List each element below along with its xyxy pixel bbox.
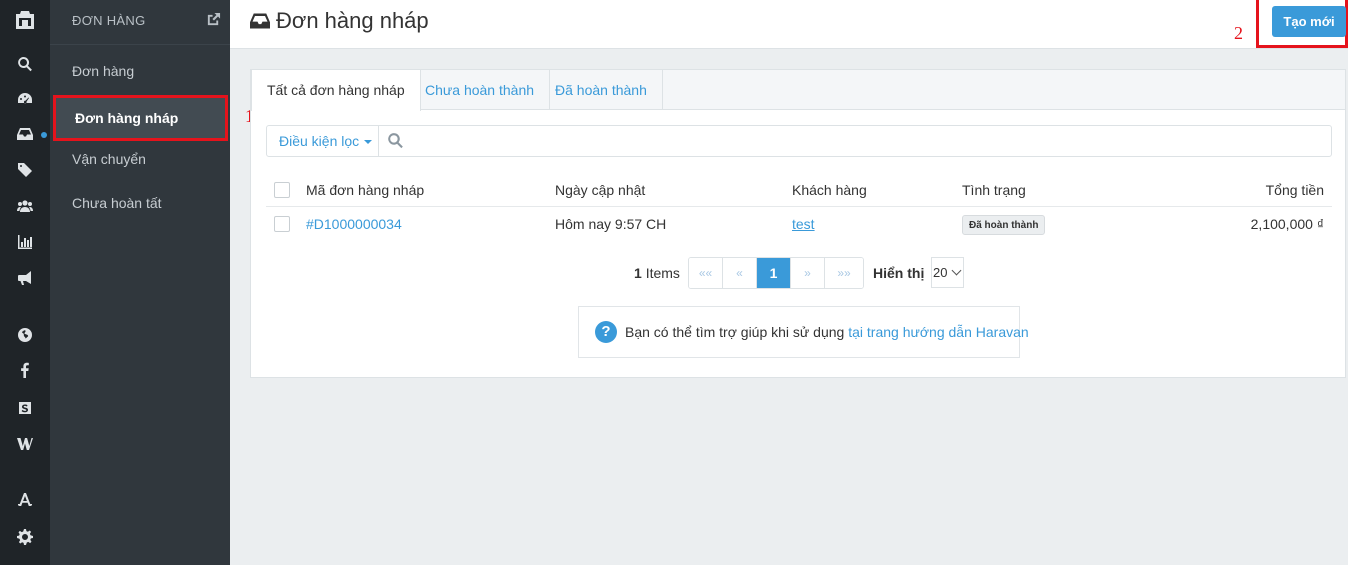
- item-count-label: Items: [645, 265, 680, 281]
- help-text: Bạn có thể tìm trợ giúp khi sử dụng tại …: [625, 324, 1029, 340]
- filter-dropdown-label: Điều kiện lọc: [279, 133, 360, 149]
- logo-icon[interactable]: [13, 8, 37, 32]
- last-page-button[interactable]: »»: [825, 258, 863, 288]
- select-all-checkbox[interactable]: [274, 182, 290, 198]
- search-icon[interactable]: [15, 54, 35, 74]
- column-header[interactable]: Tình trạng: [962, 173, 1026, 207]
- create-highlight: Tạo mới: [1256, 0, 1348, 48]
- sidebar-item-orders[interactable]: Đơn hàng: [50, 50, 230, 92]
- facebook-icon[interactable]: [15, 360, 35, 380]
- table-header: Mã đơn hàng nháp Ngày cập nhật Khách hàn…: [266, 173, 1332, 207]
- first-page-button[interactable]: ««: [689, 258, 723, 288]
- column-header[interactable]: Tổng tiền: [1266, 173, 1324, 207]
- sidebar-item-shipping[interactable]: Vận chuyển: [50, 138, 230, 180]
- page-title-text: Đơn hàng nháp: [276, 8, 429, 33]
- w-icon[interactable]: [15, 434, 35, 454]
- megaphone-icon[interactable]: [15, 268, 35, 288]
- help-guide-link[interactable]: tại trang hướng dẫn Haravan: [848, 324, 1028, 340]
- sidebar-item-draft-orders[interactable]: Đơn hàng nháp: [53, 95, 228, 141]
- tab-bar: Tất cả đơn hàng nháp Chưa hoàn thành Đã …: [251, 70, 1345, 111]
- icon-rail: [0, 0, 50, 565]
- column-header[interactable]: Mã đơn hàng nháp: [306, 173, 424, 207]
- page-title: Đơn hàng nháp: [250, 8, 429, 34]
- help-message: Bạn có thể tìm trợ giúp khi sử dụng: [625, 324, 845, 340]
- external-link-icon[interactable]: [206, 12, 221, 27]
- orders-card: Tất cả đơn hàng nháp Chưa hoàn thành Đã …: [250, 69, 1346, 378]
- topbar: Đơn hàng nháp Tạo mới: [230, 0, 1348, 49]
- status-badge: Đã hoàn thành: [962, 215, 1046, 236]
- dashboard-icon[interactable]: [15, 89, 35, 109]
- tab-completed[interactable]: Đã hoàn thành: [540, 70, 663, 110]
- page-size-label: Hiển thị: [873, 265, 925, 281]
- item-count-number: 1: [634, 265, 642, 281]
- item-count: 1 Items: [634, 263, 680, 283]
- page-size-select[interactable]: 20: [931, 257, 964, 288]
- pagination: «« « 1 » »»: [688, 257, 864, 289]
- tag-icon[interactable]: [15, 160, 35, 180]
- tab-all-drafts[interactable]: Tất cả đơn hàng nháp: [251, 70, 421, 111]
- inbox-icon[interactable]: [15, 124, 35, 144]
- caret-down-icon: [364, 140, 373, 145]
- search-input[interactable]: [412, 129, 1312, 153]
- page-size-value: 20: [933, 265, 948, 280]
- filter-dropdown[interactable]: Điều kiện lọc: [267, 126, 379, 156]
- total-amount: 2,100,000 ₫: [1250, 216, 1324, 232]
- help-box: ? Bạn có thể tìm trợ giúp khi sử dụng tạ…: [578, 306, 1029, 358]
- apps-icon[interactable]: [15, 490, 35, 510]
- sidebar-header: ĐƠN HÀNG: [72, 13, 146, 28]
- order-code-link[interactable]: #D1000000034: [306, 207, 402, 241]
- create-button[interactable]: Tạo mới: [1272, 6, 1346, 37]
- sidebar: ĐƠN HÀNG Đơn hàng Đơn hàng nháp Vận chuy…: [50, 0, 230, 565]
- users-icon[interactable]: [15, 196, 35, 216]
- sidebar-item-incomplete[interactable]: Chưa hoàn tất: [50, 182, 230, 224]
- customer-link[interactable]: test: [792, 207, 815, 241]
- active-indicator: [41, 132, 47, 138]
- gear-icon[interactable]: [15, 527, 35, 547]
- sidebar-divider: [50, 44, 230, 45]
- bar-chart-icon[interactable]: [15, 232, 35, 252]
- store-icon[interactable]: [15, 398, 35, 418]
- column-header[interactable]: Khách hàng: [792, 173, 867, 207]
- updated-at: Hôm nay 9:57 CH: [555, 216, 667, 232]
- table-row: #D1000000034 Hôm nay 9:57 CH test Đã hoà…: [266, 207, 1332, 241]
- inbox-icon: [250, 11, 270, 31]
- annotation-2: 2: [1234, 23, 1243, 43]
- status-cell: Đã hoàn thành: [962, 207, 1046, 241]
- column-header[interactable]: Ngày cập nhật: [555, 173, 645, 207]
- filter-bar: Điều kiện lọc: [266, 125, 1332, 157]
- current-page-button[interactable]: 1: [757, 258, 791, 288]
- row-checkbox[interactable]: [274, 216, 290, 232]
- search-icon: [387, 132, 405, 150]
- globe-icon[interactable]: [15, 325, 35, 345]
- help-icon: ?: [595, 321, 617, 343]
- chevron-down-icon: [951, 265, 962, 276]
- next-page-button[interactable]: »: [791, 258, 825, 288]
- prev-page-button[interactable]: «: [723, 258, 757, 288]
- tab-incomplete[interactable]: Chưa hoàn thành: [410, 70, 551, 110]
